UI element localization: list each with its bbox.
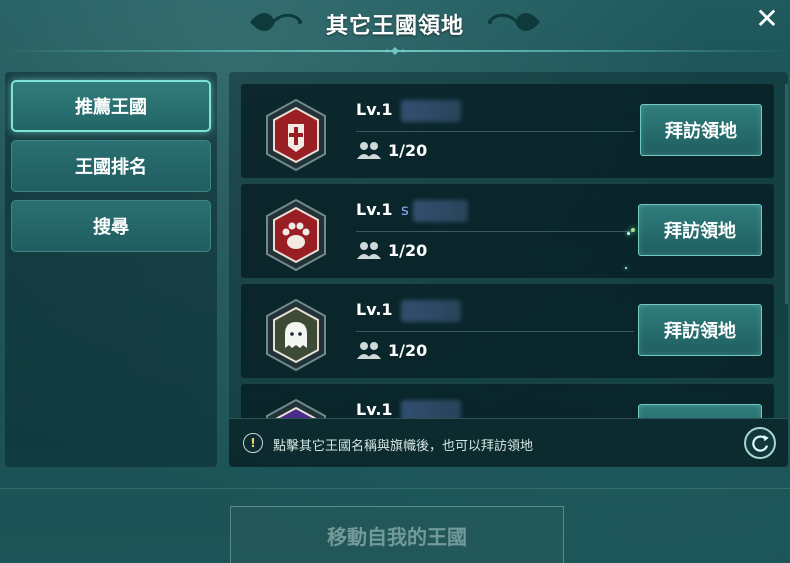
kingdom-name-partial[interactable]: s <box>401 201 409 219</box>
row-divider <box>356 231 634 232</box>
kingdom-list[interactable]: Lv.1 1/20 拜訪領地 Lv.1 s 1/20 拜訪領地 Lv.1 1/2… <box>229 72 788 418</box>
kingdom-level: Lv.1 <box>356 200 393 219</box>
dragon-icon[interactable] <box>263 398 329 418</box>
close-icon[interactable]: ✕ <box>752 4 782 34</box>
move-to-my-kingdom-button[interactable]: 移動自我的王國 <box>230 506 564 563</box>
list-item[interactable]: Lv.1 1/20 拜訪領地 <box>241 284 774 378</box>
row-divider <box>356 331 634 332</box>
kingdom-name-redacted[interactable] <box>401 100 461 122</box>
visit-territory-button[interactable]: 拜訪領地 <box>640 104 762 156</box>
page-title: 其它王國領地 <box>325 14 464 39</box>
visit-territory-button[interactable]: 拜訪領地 <box>638 204 762 256</box>
sidebar: 推薦王國 王國排名 搜尋 <box>5 72 217 467</box>
members-icon <box>357 342 381 359</box>
tab-recommended[interactable]: 推薦王國 <box>11 80 211 132</box>
list-item[interactable]: Lv.1 s 1/20 拜訪領地 <box>241 184 774 278</box>
list-item[interactable]: Lv.1 1/20 拜訪領地 <box>241 84 774 178</box>
hint-bar: ! 點擊其它王國名稱與旗幟後，也可以拜訪領地 <box>229 418 788 467</box>
hint-text: 點擊其它王國名稱與旗幟後，也可以拜訪領地 <box>273 439 534 454</box>
kingdom-name-redacted[interactable] <box>401 400 461 418</box>
sparkle-effect <box>631 228 635 232</box>
kingdom-level: Lv.1 <box>356 300 393 319</box>
list-scrollbar[interactable] <box>785 84 788 304</box>
row-divider <box>356 131 634 132</box>
visit-territory-button[interactable] <box>638 404 762 418</box>
info-icon: ! <box>243 433 263 453</box>
shield-cross-icon[interactable] <box>263 98 329 172</box>
member-count: 1/20 <box>356 140 427 160</box>
kingdom-level: Lv.1 <box>356 100 393 119</box>
member-count: 1/20 <box>356 240 427 260</box>
tab-search[interactable]: 搜尋 <box>11 200 211 252</box>
ghost-icon[interactable] <box>263 298 329 372</box>
kingdom-name-redacted[interactable] <box>401 300 461 322</box>
member-count-value: 1/20 <box>388 340 428 360</box>
members-icon <box>357 242 381 259</box>
kingdom-name-redacted[interactable] <box>413 200 468 222</box>
visit-territory-button[interactable]: 拜訪領地 <box>638 304 762 356</box>
paw-icon[interactable] <box>263 198 329 272</box>
list-item[interactable]: Lv.1 <box>241 384 774 418</box>
leaf-ornament-right-icon <box>487 13 540 31</box>
member-count: 1/20 <box>356 340 427 360</box>
member-count-value: 1/20 <box>388 140 428 160</box>
footer-divider <box>0 488 790 489</box>
tab-ranking[interactable]: 王國排名 <box>11 140 211 192</box>
members-icon <box>357 142 381 159</box>
member-count-value: 1/20 <box>388 240 428 260</box>
diamond-ornament-icon <box>385 47 405 55</box>
sparkle-effect <box>627 232 630 235</box>
kingdom-level: Lv.1 <box>356 400 393 418</box>
refresh-icon[interactable] <box>744 427 776 459</box>
kingdom-list-panel: Lv.1 1/20 拜訪領地 Lv.1 s 1/20 拜訪領地 Lv.1 1/2… <box>229 72 788 467</box>
sparkle-effect <box>625 267 627 269</box>
header: 其它王國領地 ✕ <box>0 0 790 52</box>
